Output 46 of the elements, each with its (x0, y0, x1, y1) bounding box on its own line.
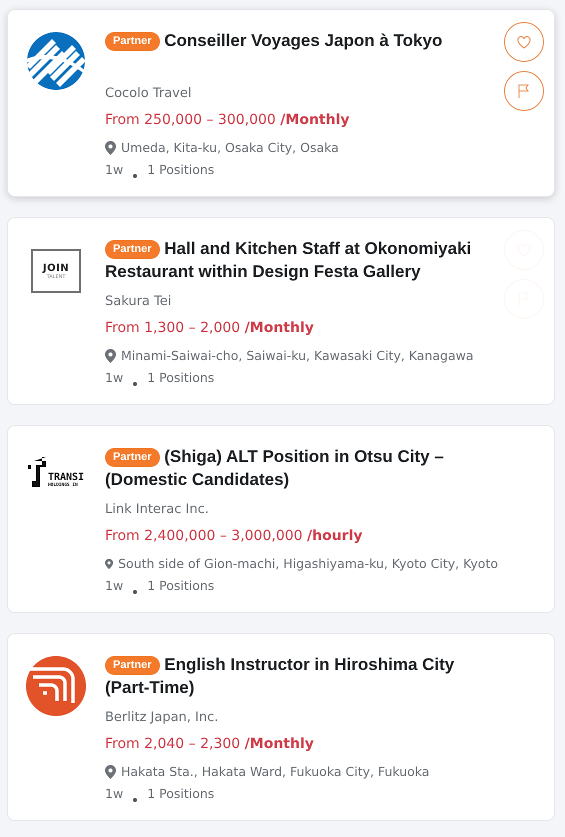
posted-age: 1w (105, 785, 124, 803)
separator-dot-icon (133, 174, 138, 178)
posted-age: 1w (105, 369, 124, 387)
separator-dot-icon (133, 382, 138, 386)
job-card[interactable] (7, 425, 555, 613)
location-pin-icon (105, 557, 114, 571)
location-pin-icon (105, 765, 116, 779)
partner-badge: Partner (105, 32, 160, 51)
company-name: Berlitz Japan, Inc. (105, 709, 220, 727)
location-text: Umeda, Kita-ku, Osaka City, Osaka (121, 139, 339, 157)
heart-icon (517, 36, 531, 48)
positions-count: 1 Positions (147, 785, 214, 803)
flag-icon (518, 84, 530, 98)
favorite-button[interactable] (504, 22, 544, 62)
posted-age: 1w (105, 577, 124, 595)
salary-text: From 250,000 – 300,000 /Monthly (105, 111, 350, 130)
partner-badge: Partner (105, 656, 160, 675)
location-text: Hakata Sta., Hakata Ward, Fukuoka City, Fukuoka (121, 763, 430, 781)
job-card[interactable]: Partner Conseiller Voyages Japon à Tokyo Cocolo Travel From 250,000 – 300,000 /Monthly Umeda, Kita-ku, Osaka City, Osaka 1w 1 Positions (7, 9, 555, 197)
positions-count: 1 Positions (147, 577, 214, 595)
separator-dot-icon (133, 590, 138, 594)
job-card[interactable] (7, 217, 555, 405)
job-title[interactable]: Partner (Shiga) ALT Position in Otsu City – (Domestic Candidates) (105, 445, 498, 497)
positions-count: 1 Positions (147, 369, 214, 387)
separator-dot-icon (133, 798, 138, 802)
company-name: Cocolo Travel (105, 85, 192, 103)
company-name: Link Interac Inc. (105, 501, 210, 519)
salary-text: From 1,300 – 2,000 /Monthly (105, 319, 315, 338)
positions-count: 1 Positions (147, 161, 214, 179)
job-title[interactable]: Partner English Instructor in Hiroshima City (Part-Time) (105, 653, 498, 705)
job-card[interactable]: Partner English Instructor in Hiroshima City (Part-Time) Berlitz Japan, Inc. From 2,040 – 2,300 /Monthly Hakata Sta., Hakata Ward, Fukuoka City, Fukuoka 1w 1 Positions (7, 633, 555, 821)
company-name: Sakura Tei (105, 293, 172, 311)
job-title[interactable]: Partner Hall and Kitchen Staff at Okonomiyaki Restaurant within Design Festa Gallery (105, 237, 498, 289)
location-text: South side of Gion-machi, Higashiyama-ku, Kyoto City, Kyoto (118, 555, 498, 573)
report-button[interactable] (504, 71, 544, 111)
job-title[interactable]: Partner Conseiller Voyages Japon à Tokyo (105, 29, 498, 81)
posted-age: 1w (105, 161, 124, 179)
company-logo-icon (26, 31, 86, 91)
location-pin-icon (105, 349, 116, 363)
salary-text: From 2,040 – 2,300 /Monthly (105, 735, 315, 754)
location-text: Minami-Saiwai-cho, Saiwai-ku, Kawasaki City, Kanagawa (121, 347, 474, 365)
salary-text: From 2,400,000 – 3,000,000 /hourly (105, 527, 364, 546)
location-pin-icon (105, 141, 116, 155)
company-logo-icon (25, 655, 87, 717)
partner-badge: Partner (105, 240, 160, 259)
partner-badge: Partner (105, 448, 160, 467)
